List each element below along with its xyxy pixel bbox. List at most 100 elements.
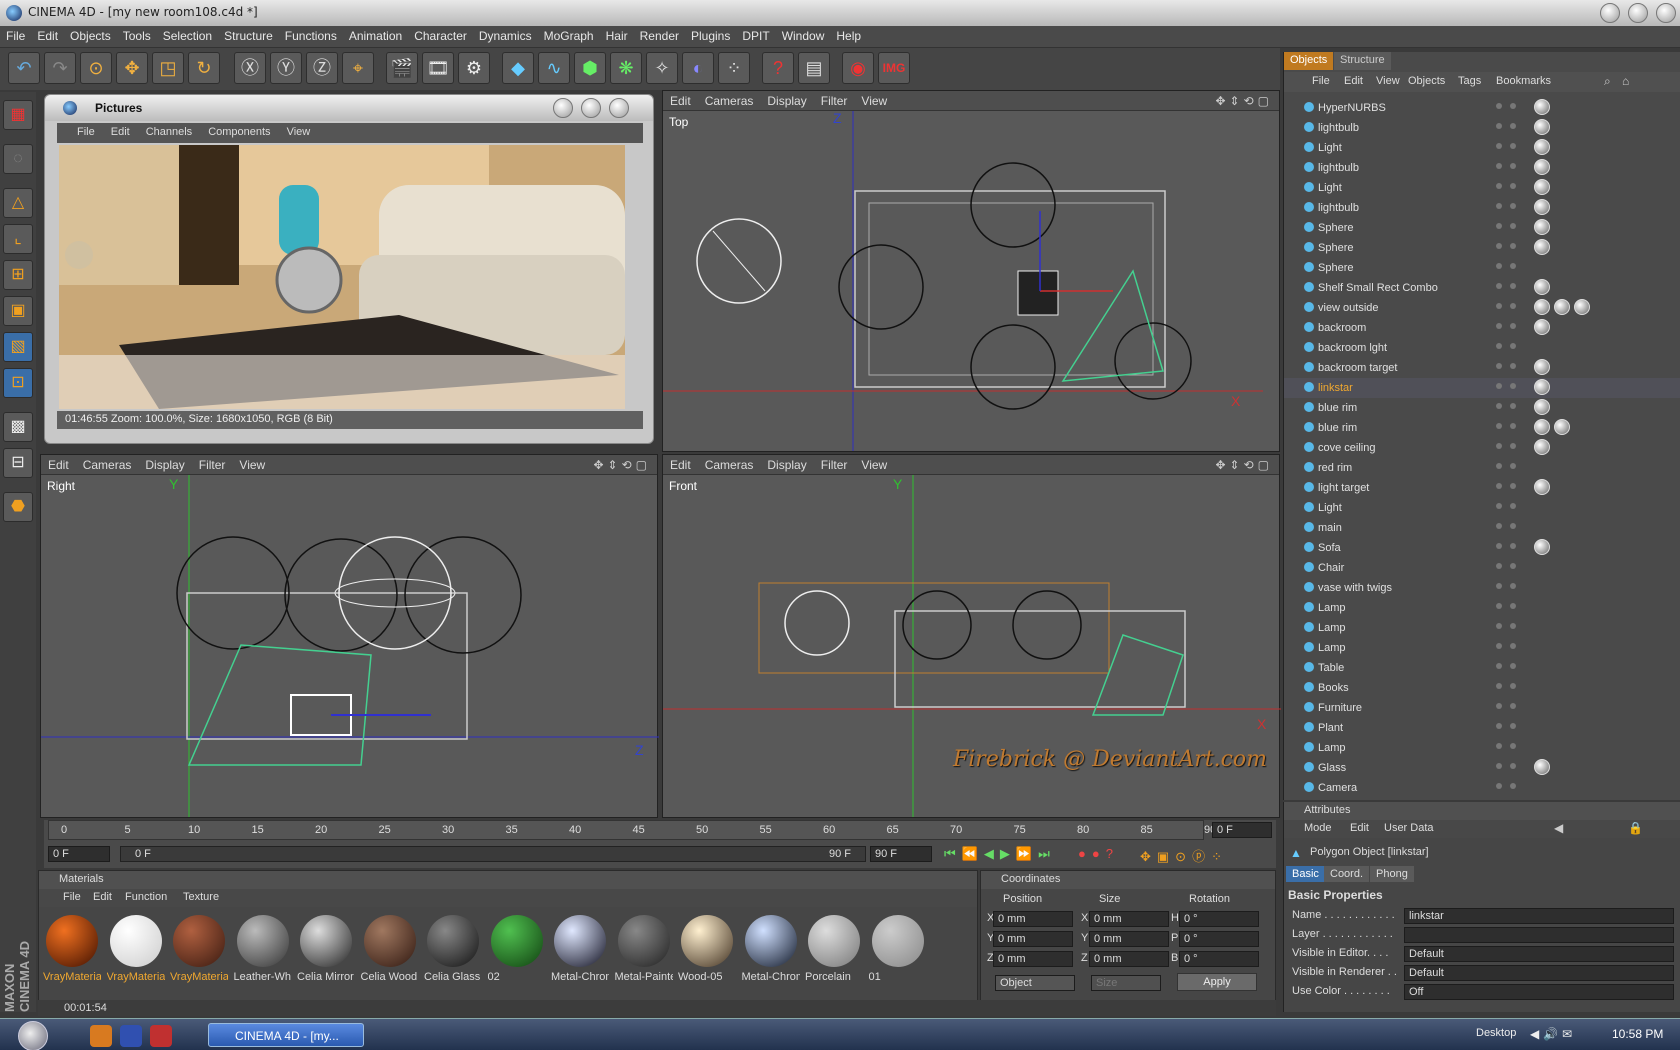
material-swatch[interactable]: Leather-Wh (234, 913, 292, 987)
material-swatch[interactable]: Celia Mirror (297, 913, 355, 987)
pv-menu-components[interactable]: Components (200, 123, 278, 141)
close-button[interactable] (609, 98, 629, 118)
editor-visibility-dot[interactable] (1496, 303, 1502, 309)
object-tag-icon[interactable] (1534, 119, 1550, 135)
vp-menu-display[interactable]: Display (760, 455, 813, 475)
viewport-nav-icons[interactable]: ✥⇕⟲▢ (1215, 94, 1273, 108)
vp-menu-cameras[interactable]: Cameras (698, 455, 761, 475)
editor-visibility-dot[interactable] (1496, 283, 1502, 289)
current-frame-field[interactable]: 0 F (1212, 822, 1272, 838)
object-row[interactable]: lightbulb (1284, 198, 1680, 218)
tab-structure[interactable]: Structure (1334, 52, 1391, 70)
editor-visibility-dot[interactable] (1496, 583, 1502, 589)
deformer-icon[interactable]: ✧ (646, 52, 678, 84)
render-visibility-dot[interactable] (1510, 643, 1516, 649)
object-row[interactable]: Books (1284, 678, 1680, 698)
globe-render-icon[interactable]: ◉ (842, 52, 874, 84)
coordinate-field[interactable]: 0 mm (993, 931, 1073, 947)
select-tool-icon[interactable]: ⊙ (80, 52, 112, 84)
material-swatch[interactable]: Celia Wood (361, 913, 419, 987)
render-visibility-dot[interactable] (1510, 423, 1516, 429)
menu-functions[interactable]: Functions (279, 26, 343, 46)
mat-menu-texture[interactable]: Texture (183, 891, 219, 903)
render-settings-icon[interactable]: ⚙ (458, 52, 490, 84)
object-row[interactable]: HyperNURBS (1284, 98, 1680, 118)
pv-menu-view[interactable]: View (279, 123, 319, 141)
editor-visibility-dot[interactable] (1496, 783, 1502, 789)
object-tag-icon[interactable] (1534, 199, 1550, 215)
object-tag-icon[interactable] (1554, 299, 1570, 315)
render-visibility-dot[interactable] (1510, 383, 1516, 389)
render-visibility-dot[interactable] (1510, 143, 1516, 149)
vp-menu-display[interactable]: Display (138, 455, 191, 475)
object-tag-icon[interactable] (1534, 219, 1550, 235)
material-swatch[interactable]: Porcelain (805, 913, 863, 987)
material-swatch[interactable]: Celia Glass (424, 913, 482, 987)
object-row[interactable]: Light (1284, 138, 1680, 158)
object-tag-icon[interactable] (1534, 179, 1550, 195)
editor-visibility-dot[interactable] (1496, 623, 1502, 629)
material-swatch[interactable]: VrayMateria (43, 913, 101, 987)
vp-menu-view[interactable]: View (854, 91, 894, 111)
vp-menu-cameras[interactable]: Cameras (76, 455, 139, 475)
object-tag-icon[interactable] (1534, 419, 1550, 435)
playback-controls[interactable]: ⏮⏪◀▶⏩⏭ (944, 846, 1056, 862)
material-swatch[interactable]: Wood-05 (678, 913, 736, 987)
object-row[interactable]: Sphere (1284, 218, 1680, 238)
material-swatch[interactable]: 02 (488, 913, 546, 987)
particle-icon[interactable]: ⁘ (718, 52, 750, 84)
editor-visibility-dot[interactable] (1496, 743, 1502, 749)
points-mode-icon[interactable]: △ (3, 188, 33, 218)
editor-visibility-dot[interactable] (1496, 183, 1502, 189)
minimize-button[interactable] (553, 98, 573, 118)
tab-phong[interactable]: Phong (1370, 866, 1414, 882)
minimize-button[interactable] (1600, 3, 1620, 23)
render-visibility-dot[interactable] (1510, 203, 1516, 209)
edges-mode-icon[interactable]: ⌞ (3, 224, 33, 254)
object-row[interactable]: lightbulb (1284, 118, 1680, 138)
pv-menu-edit[interactable]: Edit (103, 123, 138, 141)
vp-menu-filter[interactable]: Filter (192, 455, 233, 475)
editor-visibility-dot[interactable] (1496, 163, 1502, 169)
menu-help[interactable]: Help (830, 26, 867, 46)
viewport-front[interactable]: Edit Cameras Display Filter View ✥⇕⟲▢ Front … (662, 454, 1281, 818)
maximize-button[interactable] (581, 98, 601, 118)
render-visibility-dot[interactable] (1510, 263, 1516, 269)
editor-visibility-dot[interactable] (1496, 103, 1502, 109)
object-row[interactable]: Lamp (1284, 638, 1680, 658)
live-select-icon[interactable]: ◌ (3, 144, 33, 174)
editor-visibility-dot[interactable] (1496, 483, 1502, 489)
editor-visibility-dot[interactable] (1496, 543, 1502, 549)
render-visibility-dot[interactable] (1510, 443, 1516, 449)
editor-visibility-dot[interactable] (1496, 643, 1502, 649)
editor-visibility-dot[interactable] (1496, 443, 1502, 449)
help-icon[interactable]: ? (762, 52, 794, 84)
render-visibility-dot[interactable] (1510, 763, 1516, 769)
tab-objects[interactable]: Objects (1284, 52, 1334, 70)
render-visibility-dot[interactable] (1510, 703, 1516, 709)
object-row[interactable]: vase with twigs (1284, 578, 1680, 598)
vp-menu-view[interactable]: View (232, 455, 272, 475)
coordinate-system-icon[interactable]: ⌖ (342, 52, 374, 84)
object-tag-icon[interactable] (1534, 99, 1550, 115)
render-visibility-dot[interactable] (1510, 503, 1516, 509)
object-mode-icon[interactable]: ▧ (3, 332, 33, 362)
editor-visibility-dot[interactable] (1496, 223, 1502, 229)
editor-visibility-dot[interactable] (1496, 403, 1502, 409)
viewport-nav-icons[interactable]: ✥⇕⟲▢ (1215, 458, 1273, 472)
object-tag-icon[interactable] (1534, 319, 1550, 335)
editor-visibility-dot[interactable] (1496, 383, 1502, 389)
coordinate-field[interactable]: 0 mm (1089, 951, 1169, 967)
material-swatch[interactable]: Metal-Painte (615, 913, 673, 987)
editor-visibility-dot[interactable] (1496, 603, 1502, 609)
object-tag-icon[interactable] (1534, 359, 1550, 375)
cinema4d-quicklaunch-icon[interactable] (120, 1025, 142, 1047)
texture-mode-icon[interactable]: ▣ (3, 296, 33, 326)
editor-visibility-dot[interactable] (1496, 663, 1502, 669)
editor-visibility-dot[interactable] (1496, 123, 1502, 129)
object-row[interactable]: Lamp (1284, 598, 1680, 618)
attribute-value-field[interactable]: Off (1404, 984, 1674, 1000)
attr-menu-user-data[interactable]: User Data (1384, 822, 1434, 834)
menu-objects[interactable]: Objects (64, 26, 117, 46)
desktop-toolbar-label[interactable]: Desktop (1476, 1027, 1516, 1039)
